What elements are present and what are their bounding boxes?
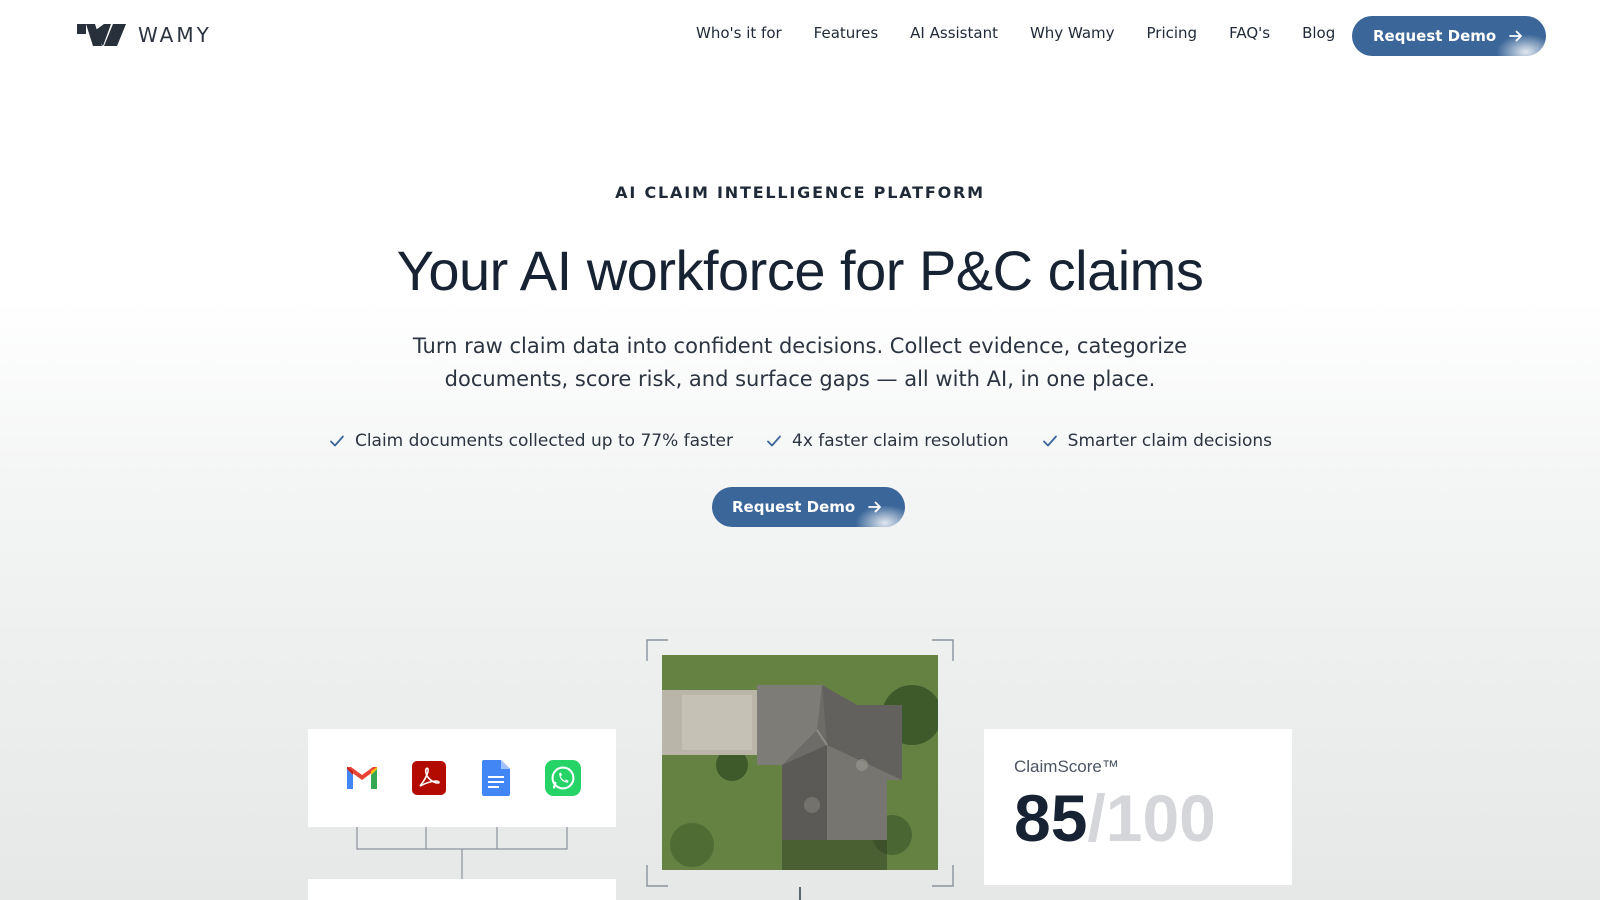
source-integrations-card <box>308 729 616 827</box>
wamy-logo-icon <box>77 24 126 46</box>
check-icon <box>1042 435 1057 447</box>
bottom-card <box>308 879 616 900</box>
hero-request-demo-label: Request Demo <box>732 498 856 516</box>
aerial-roof-photo <box>662 655 938 870</box>
claimscore-label: ClaimScore™ <box>1014 757 1119 776</box>
brand-name: WAMY <box>138 23 212 47</box>
claimscore-value: 85/100 <box>1014 783 1262 853</box>
claimscore-max: /100 <box>1087 781 1216 855</box>
connector-lines <box>356 827 568 879</box>
top-nav: WAMY Who's it for Features AI Assistant … <box>0 0 1600 72</box>
hero-subtitle: Turn raw claim data into confident decis… <box>400 330 1200 396</box>
google-docs-icon <box>478 760 514 796</box>
nav-links: Who's it for Features AI Assistant Why W… <box>696 24 1335 42</box>
benefit-text: Claim documents collected up to 77% fast… <box>354 431 734 451</box>
nav-link-ai-assistant[interactable]: AI Assistant <box>910 24 998 42</box>
brand-logo[interactable]: WAMY <box>77 22 212 48</box>
hero-eyebrow: AI CLAIM INTELLIGENCE PLATFORM <box>615 183 985 202</box>
benefit-text: Smarter claim decisions <box>1067 431 1273 451</box>
pdf-icon <box>411 760 447 796</box>
benefit-item: 4x faster claim resolution <box>765 431 1009 451</box>
claimscore-number: 85 <box>1014 781 1088 855</box>
hero-title: Your AI workforce for P&C claims <box>396 239 1204 302</box>
nav-link-features[interactable]: Features <box>814 24 879 42</box>
benefit-item: Claim documents collected up to 77% fast… <box>328 431 733 451</box>
hero-subtitle-line-1: Turn raw claim data into confident decis… <box>412 334 1188 358</box>
hero-request-demo-button[interactable]: Request Demo <box>712 487 906 527</box>
benefit-list: Claim documents collected up to 77% fast… <box>0 431 1600 451</box>
whatsapp-icon <box>544 760 581 796</box>
check-icon <box>767 435 781 447</box>
nav-link-pricing[interactable]: Pricing <box>1147 24 1198 42</box>
nav-request-demo-button[interactable]: Request Demo <box>1352 16 1547 56</box>
nav-request-demo-label: Request Demo <box>1373 27 1497 45</box>
nav-link-blog[interactable]: Blog <box>1302 24 1335 42</box>
gmail-icon <box>344 760 380 796</box>
nav-link-why-wamy[interactable]: Why Wamy <box>1030 24 1115 42</box>
hero-subtitle-line-2: documents, score risk, and surface gaps … <box>444 367 1156 391</box>
arrow-right-icon <box>1509 30 1523 42</box>
claimscore-card: ClaimScore™ 85/100 <box>984 729 1292 885</box>
benefit-item: Smarter claim decisions <box>1041 431 1272 451</box>
arrow-right-icon <box>868 501 882 513</box>
nav-link-whos-it-for[interactable]: Who's it for <box>696 24 782 42</box>
check-icon <box>330 435 344 447</box>
connector-line <box>799 887 801 900</box>
nav-link-faqs[interactable]: FAQ's <box>1229 24 1270 42</box>
benefit-text: 4x faster claim resolution <box>792 431 1009 451</box>
